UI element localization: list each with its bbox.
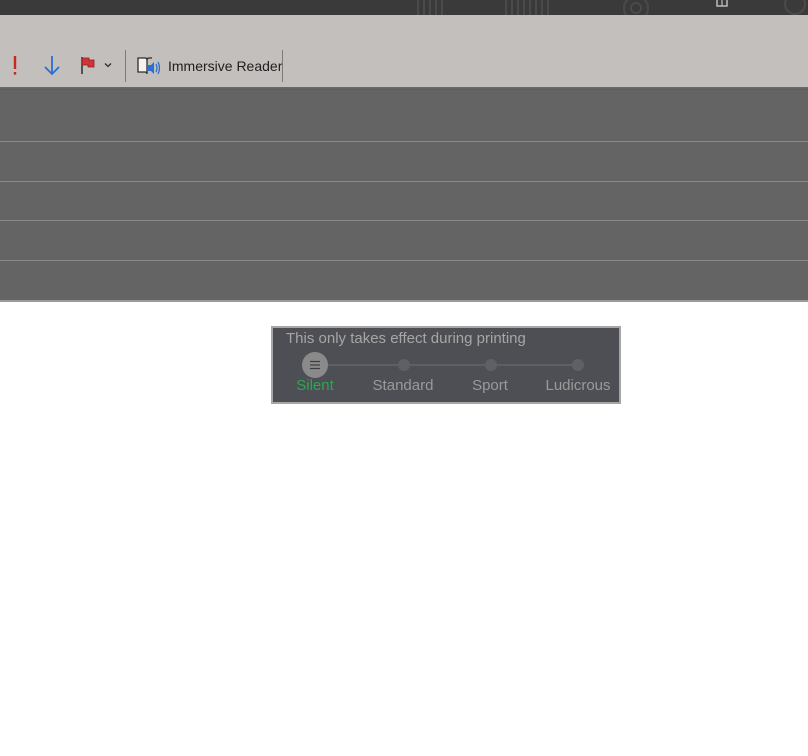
immersive-reader-icon: [137, 57, 160, 75]
slider-stop-ludicrous[interactable]: [572, 359, 584, 371]
level-sport[interactable]: Sport: [472, 377, 508, 394]
print-mode-slider-thumb[interactable]: [302, 352, 328, 378]
slider-stop-standard[interactable]: [398, 359, 410, 371]
grip-lines-icon: [310, 360, 320, 370]
chevron-down-icon[interactable]: [103, 60, 113, 70]
message-list[interactable]: [0, 90, 808, 301]
follow-up-flag-button[interactable]: [78, 53, 114, 77]
window-titlebar: [0, 0, 808, 15]
titlebar-pattern: [417, 0, 806, 15]
list-row-divider: [0, 260, 808, 261]
list-row-divider: [0, 141, 808, 142]
low-importance-button[interactable]: [40, 53, 64, 77]
flag-icon: [81, 57, 95, 74]
immersive-reader-button[interactable]: Immersive Reader: [136, 53, 282, 79]
exclamation-icon: [13, 56, 17, 75]
high-importance-button[interactable]: [8, 53, 22, 77]
list-row-divider: [0, 220, 808, 221]
list-bottom-border: [0, 300, 808, 302]
print-mode-slider-track[interactable]: [315, 364, 577, 366]
ribbon-separator: [125, 50, 126, 82]
list-row-divider: [0, 181, 808, 182]
level-silent[interactable]: Silent: [296, 377, 334, 394]
ribbon-separator: [282, 50, 283, 82]
ribbon-toolbar: [0, 15, 808, 87]
level-ludicrous[interactable]: Ludicrous: [545, 377, 610, 394]
slider-stop-sport[interactable]: [485, 359, 497, 371]
immersive-reader-label: Immersive Reader: [168, 58, 283, 74]
print-mode-popup: This only takes effect during printing S…: [271, 326, 621, 404]
level-standard[interactable]: Standard: [373, 377, 434, 394]
print-mode-hint: This only takes effect during printing: [286, 330, 526, 347]
down-arrow-icon: [44, 56, 60, 76]
